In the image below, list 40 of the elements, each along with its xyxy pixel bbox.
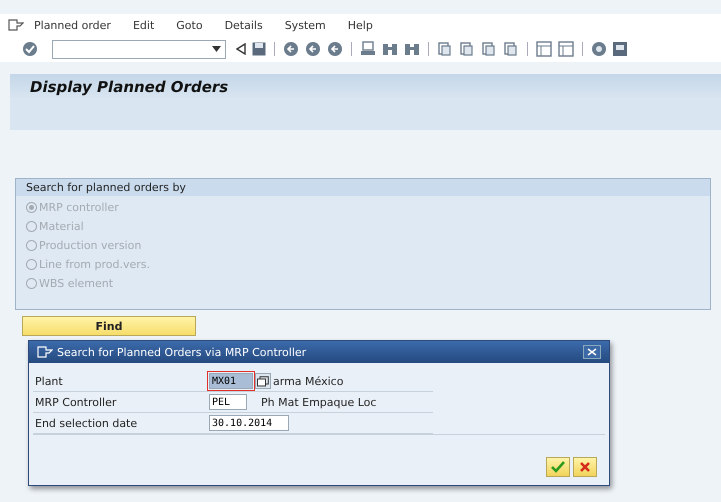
menu-item[interactable]: System: [284, 18, 326, 32]
check-icon: [551, 461, 565, 473]
page-icon[interactable]: [459, 41, 475, 57]
window-icon[interactable]: [558, 41, 574, 57]
page-icon[interactable]: [503, 41, 519, 57]
menu-item[interactable]: Edit: [132, 18, 154, 32]
input-field[interactable]: PEL: [209, 394, 247, 410]
input-field[interactable]: MX01: [209, 373, 253, 389]
field-label: Plant: [34, 374, 64, 388]
menu-item[interactable]: Goto: [176, 18, 203, 32]
page-icon[interactable]: [437, 41, 453, 57]
screen-title: Display Planned Orders: [30, 78, 228, 96]
dialog-title: Search for Planned Orders via MRP Controller: [57, 346, 308, 358]
field-label: End selection date: [34, 416, 138, 430]
menu-item[interactable]: Details: [224, 18, 263, 32]
close-icon: [587, 348, 597, 356]
close-button[interactable]: [583, 345, 601, 359]
dropdown-icon[interactable]: [212, 46, 221, 52]
cancel-button[interactable]: [573, 457, 597, 477]
window-icon[interactable]: [536, 41, 552, 57]
command-field[interactable]: [52, 40, 226, 58]
menu-icon[interactable]: [8, 19, 24, 31]
page-icon[interactable]: [481, 41, 497, 57]
monitor-icon[interactable]: [613, 41, 627, 57]
field-label: MRP Controller: [34, 396, 118, 408]
menu-item[interactable]: Planned order: [34, 18, 111, 32]
value-help-button[interactable]: [255, 373, 271, 389]
back-triangle-icon[interactable]: [236, 43, 246, 55]
find-button[interactable]: Find: [22, 316, 196, 336]
confirm-button[interactable]: [546, 457, 570, 477]
menu-item[interactable]: Help: [348, 18, 373, 32]
save-icon[interactable]: [252, 42, 266, 56]
field-description: Ph Mat Empaque Loc: [261, 396, 376, 408]
input-field[interactable]: 30.10.2014: [209, 415, 289, 431]
printer-icon[interactable]: [360, 41, 376, 57]
field-description: arma México: [273, 374, 344, 388]
cross-icon: [579, 461, 591, 473]
group-title: Search for planned orders by: [16, 179, 710, 196]
dialog-icon: [37, 346, 53, 358]
check-icon[interactable]: [22, 41, 38, 57]
